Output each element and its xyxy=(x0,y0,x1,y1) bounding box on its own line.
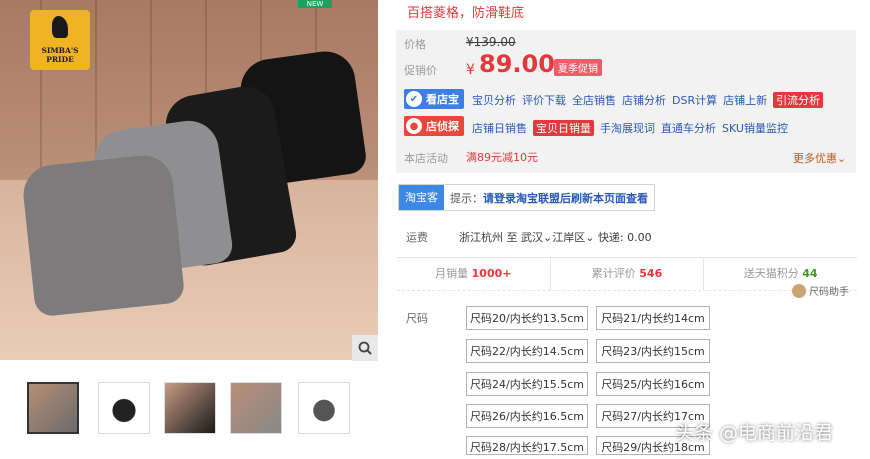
v-icon: ✔ xyxy=(406,91,422,107)
diantan-links: 店铺日销售 宝贝日销量 手淘展现词 直通车分析 SKU销量监控 xyxy=(472,120,788,136)
size-option[interactable]: 尺码25/内长约16cm xyxy=(596,372,710,396)
new-badge: NEW xyxy=(298,0,332,8)
chevron-down-icon: ⌄ xyxy=(837,152,847,165)
kandianbao-links: 宝贝分析 评价下载 全店销售 店铺分析 DSR计算 店铺上新 引流分析 xyxy=(472,92,824,108)
size-option[interactable]: 尺码22/内长约14.5cm xyxy=(466,339,588,363)
thumbnail-1[interactable] xyxy=(27,382,79,434)
link-sku-jiankong[interactable]: SKU销量监控 xyxy=(722,120,788,136)
city-select[interactable]: 武汉⌄ xyxy=(521,231,552,244)
zoom-button[interactable] xyxy=(352,335,378,361)
link-shoutao-zhanxianci[interactable]: 手淘展现词 xyxy=(600,120,655,136)
link-dianpu-fenxi[interactable]: 店铺分析 xyxy=(622,92,666,108)
magnifier-icon xyxy=(358,341,372,355)
coin-icon xyxy=(792,283,806,298)
thumbnail-3[interactable] xyxy=(164,382,216,434)
size-option[interactable]: 尺码20/内长约13.5cm xyxy=(466,306,588,330)
watermark: 头条 @电商前沿君 xyxy=(675,422,834,444)
size-option[interactable]: 尺码24/内长约15.5cm xyxy=(466,372,588,396)
taobaoke-prefix: 提示： xyxy=(450,191,483,205)
thumbnail-4[interactable] xyxy=(230,382,282,434)
original-price: ¥139.00 xyxy=(466,35,516,49)
link-baobei-rixiaoliang[interactable]: 宝贝日销量 xyxy=(533,120,594,136)
diantan-button[interactable]: ● 店侦探 xyxy=(404,116,464,136)
boot-silver-left xyxy=(20,152,186,318)
taobaoke-tag[interactable]: 淘宝客 xyxy=(399,185,444,210)
link-baobei-fenxi[interactable]: 宝贝分析 xyxy=(472,92,516,108)
size-option[interactable]: 尺码23/内长约15cm xyxy=(596,339,710,363)
person-icon: ● xyxy=(406,118,422,134)
link-zhitongche-fenxi[interactable]: 直通车分析 xyxy=(661,120,716,136)
shipping-from: 浙江杭州 xyxy=(459,231,503,244)
thumbnail-2[interactable] xyxy=(98,382,150,434)
thumbnail-5[interactable] xyxy=(298,382,350,434)
promo-tag: 夏季促销 xyxy=(554,59,602,76)
taobaoke-login-link[interactable]: 请登录淘宝联盟后刷新本页面查看 xyxy=(483,192,648,205)
taobaoke-hint: 淘宝客 提示：请登录淘宝联盟后刷新本页面查看 xyxy=(398,184,655,211)
shipping-fee: 快递: 0.00 xyxy=(597,231,652,244)
size-option[interactable]: 尺码21/内长约14cm xyxy=(596,306,710,330)
size-option[interactable]: 尺码26/内长约16.5cm xyxy=(466,404,588,428)
promo-price: 89.00 xyxy=(479,50,555,78)
activity-value: 满89元减10元 xyxy=(466,151,538,164)
link-quandian-xiaoshou[interactable]: 全店销售 xyxy=(572,92,616,108)
size-option[interactable]: 尺码28/内长约17.5cm xyxy=(466,436,588,455)
activity-label: 本店活动 xyxy=(404,152,448,165)
product-subtitle: 百搭菱格，防滑鞋底 xyxy=(407,6,525,21)
shipping-info: 浙江杭州 至 武汉⌄江岸区⌄ 快递: 0.00 xyxy=(459,229,652,245)
link-pingjia-xiazai[interactable]: 评价下载 xyxy=(522,92,566,108)
more-offers-link[interactable]: 更多优惠⌄ xyxy=(793,150,846,166)
link-yinliu-fenxi[interactable]: 引流分析 xyxy=(773,92,824,108)
currency-symbol: ¥ xyxy=(466,62,475,78)
shipping-to-word: 至 xyxy=(506,231,518,244)
size-label: 尺码 xyxy=(406,312,428,325)
district-select[interactable]: 江岸区⌄ xyxy=(552,231,594,244)
original-price-label: 价格 xyxy=(404,38,426,51)
link-dianpu-rixiaoshou[interactable]: 店铺日销售 xyxy=(472,120,527,136)
stat-monthly-sales: 月销量 1000+ xyxy=(397,258,551,290)
stat-reviews[interactable]: 累计评价 546 xyxy=(551,258,705,290)
size-helper-link[interactable]: 尺码助手 xyxy=(792,283,849,298)
stats-bar: 月销量 1000+ 累计评价 546 送天猫积分 44 xyxy=(397,257,857,291)
shipping-label: 运费 xyxy=(406,231,428,244)
promo-price-label: 促销价 xyxy=(404,64,437,77)
link-dianpu-shangxin[interactable]: 店铺上新 xyxy=(723,92,767,108)
link-dsr[interactable]: DSR计算 xyxy=(672,92,717,108)
brand-logo: SIMBA'S PRIDE xyxy=(30,10,90,70)
kandianbao-button[interactable]: ✔ 看店宝 xyxy=(404,89,464,109)
